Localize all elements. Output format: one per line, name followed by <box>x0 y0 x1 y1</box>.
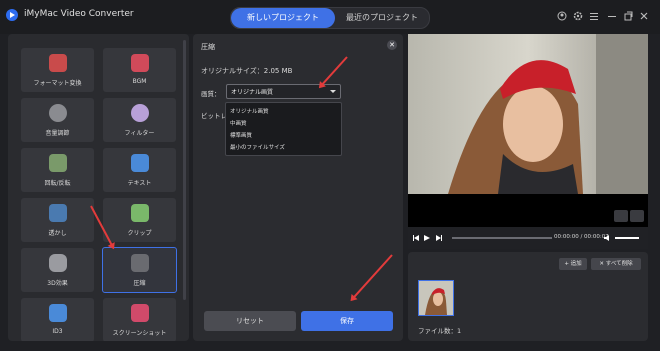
original-size-text: オリジナルサイズ：2.05 MB <box>201 67 293 75</box>
tool-compress[interactable]: 圧縮 <box>102 247 177 293</box>
delete-all-button[interactable]: ✕ すべて削除 <box>591 258 641 270</box>
quality-option[interactable]: 最小のファイルサイズ <box>230 143 285 151</box>
text-icon <box>131 154 149 172</box>
folder-icon[interactable] <box>630 210 644 222</box>
tool-bgm[interactable]: BGM <box>103 48 176 92</box>
account-icon[interactable] <box>557 11 567 21</box>
quality-option[interactable]: 標準画質 <box>230 131 252 139</box>
app-title: iMyMac Video Converter <box>24 9 134 19</box>
tool-panel-scrollbar[interactable] <box>183 40 186 300</box>
quality-option[interactable]: 中画質 <box>230 119 247 127</box>
quality-label: 画質： <box>201 90 221 98</box>
tool-volume[interactable]: 音量調節 <box>21 98 94 142</box>
title-bar: iMyMac Video Converter 新しいプロジェクト 最近のプロジェ… <box>0 0 660 34</box>
format-convert-icon <box>49 54 67 72</box>
app-logo-icon <box>6 9 18 21</box>
file-count: ファイル数：1 <box>418 327 462 335</box>
video-preview <box>408 34 648 227</box>
tool-filter[interactable]: フィルター <box>103 98 176 142</box>
add-file-button[interactable]: + 追加 <box>559 258 587 270</box>
maximize-icon[interactable] <box>623 11 633 21</box>
compress-icon <box>131 254 149 272</box>
rotate-icon <box>49 154 67 172</box>
settings-gear-icon[interactable] <box>573 11 583 21</box>
quality-selected-value: オリジナル画質 <box>231 89 274 96</box>
watermark-icon <box>49 204 67 222</box>
tab-new-project[interactable]: 新しいプロジェクト <box>231 8 335 28</box>
volume-icon[interactable] <box>604 235 612 241</box>
time-readout: 00:00:00 / 00:00:07 <box>554 234 609 240</box>
music-icon <box>131 54 149 72</box>
id3-icon <box>49 304 67 322</box>
compress-dialog: 圧縮 ✕ オリジナルサイズ：2.05 MB 画質： オリジナル画質 ビットレー … <box>193 34 403 341</box>
menu-icon[interactable] <box>589 11 599 21</box>
quality-option[interactable]: オリジナル画質 <box>230 107 269 115</box>
tool-panel: フォーマット変換 BGM 音量調節 フィルター 回転/反転 テキスト 透かし ク… <box>8 34 189 341</box>
dialog-title: 圧縮 <box>201 43 215 51</box>
minimize-icon[interactable] <box>607 11 617 21</box>
volume-icon <box>49 104 67 122</box>
tool-clip[interactable]: クリップ <box>103 198 176 242</box>
3d-glasses-icon <box>49 254 67 272</box>
close-window-icon[interactable] <box>639 11 649 21</box>
tool-watermark[interactable]: 透かし <box>21 198 94 242</box>
tool-rotate-flip[interactable]: 回転/反転 <box>21 148 94 192</box>
skip-back-icon[interactable] <box>413 235 419 241</box>
quality-dropdown-list: オリジナル画質 中画質 標準画質 最小のファイルサイズ <box>225 102 342 156</box>
volume-slider[interactable] <box>615 237 639 239</box>
dialog-close-icon[interactable]: ✕ <box>387 40 397 50</box>
skip-forward-icon[interactable] <box>436 235 442 241</box>
play-icon[interactable] <box>424 235 430 241</box>
player-controls: 00:00:00 / 00:00:07 <box>408 227 648 249</box>
clip-icon <box>131 204 149 222</box>
project-tabs: 新しいプロジェクト 最近のプロジェクト <box>230 7 430 29</box>
reset-button[interactable]: リセット <box>204 311 296 331</box>
video-thumbnail[interactable] <box>418 280 454 316</box>
tool-screenshot[interactable]: スクリーンショット <box>103 298 176 341</box>
tool-format-convert[interactable]: フォーマット変換 <box>21 48 94 92</box>
filter-icon <box>131 104 149 122</box>
tool-3d-effect[interactable]: 3D効果 <box>21 248 94 292</box>
video-frame <box>408 34 648 194</box>
tool-id3[interactable]: ID3 <box>21 298 94 341</box>
tool-text[interactable]: テキスト <box>103 148 176 192</box>
chevron-down-icon <box>330 90 336 93</box>
tab-recent-projects[interactable]: 最近のプロジェクト <box>335 8 429 28</box>
progress-track[interactable] <box>452 237 552 239</box>
screenshot-icon <box>131 304 149 322</box>
camera-icon[interactable] <box>614 210 628 222</box>
file-list-panel: + 追加 ✕ すべて削除 ファイル数：1 <box>408 252 648 341</box>
save-button[interactable]: 保存 <box>301 311 393 331</box>
